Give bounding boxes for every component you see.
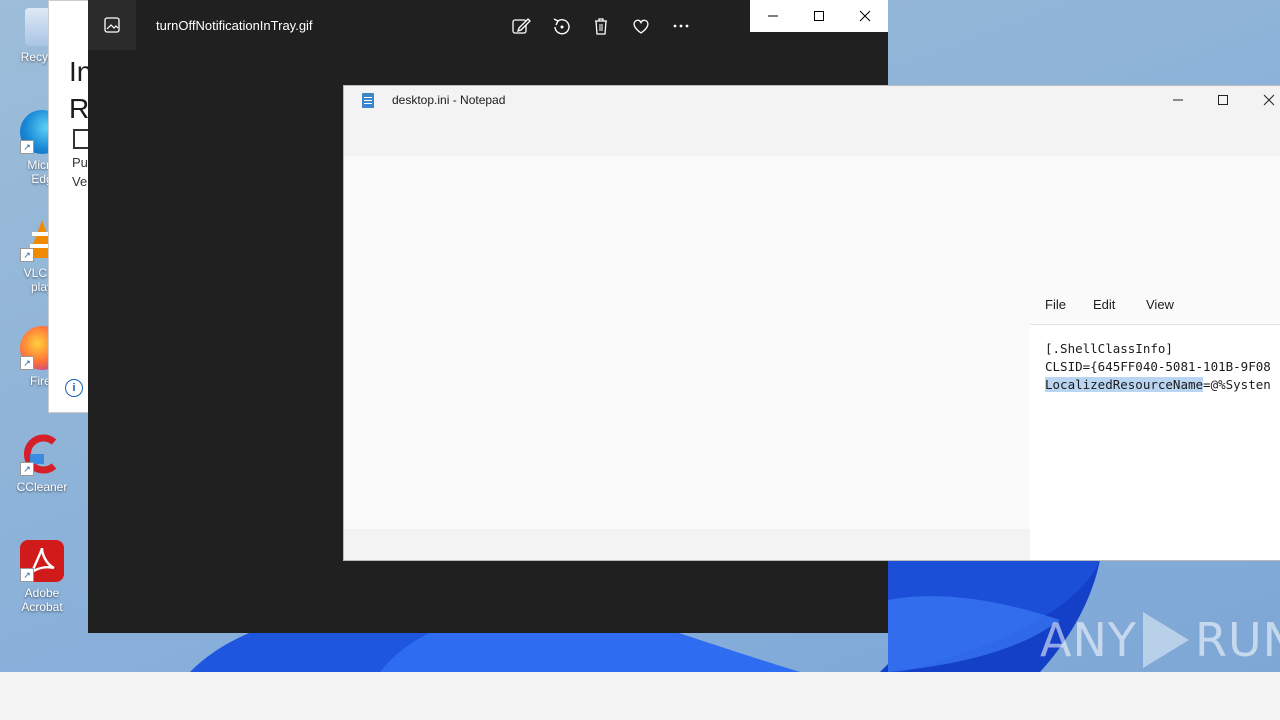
background-text-1: Pu: [72, 155, 88, 170]
acrobat-icon: ↗: [20, 540, 64, 582]
photos-title: turnOffNotificationInTray.gif: [156, 18, 313, 33]
close-button[interactable]: [842, 0, 888, 32]
play-icon: [1142, 612, 1189, 668]
watermark-right: RUN: [1194, 613, 1280, 667]
favorite-icon[interactable]: [630, 15, 652, 37]
maximize-icon: [814, 11, 824, 21]
text-line: CLSID={645FF040-5081-101B-9F08: [1045, 359, 1271, 374]
taskbar: [0, 672, 1280, 720]
shortcut-arrow-icon: ↗: [20, 568, 34, 582]
shortcut-arrow-icon: ↗: [20, 248, 34, 262]
minimize-button[interactable]: [1155, 86, 1201, 116]
desktop-icon-label: CCleaner: [16, 480, 68, 494]
text-line-rest: =@%Systen: [1203, 377, 1271, 392]
desktop-icon-ccleaner[interactable]: ↗ CCleaner: [6, 432, 78, 494]
minimize-button[interactable]: [750, 0, 796, 32]
shortcut-arrow-icon: ↗: [20, 140, 34, 154]
shortcut-arrow-icon: ↗: [20, 462, 34, 476]
edit-icon[interactable]: [510, 15, 532, 37]
menu-file[interactable]: File: [1045, 297, 1066, 312]
more-icon[interactable]: [670, 15, 692, 37]
photos-titlebar[interactable]: turnOffNotificationInTray.gif: [88, 0, 888, 50]
image-icon: [104, 17, 120, 33]
maximize-button[interactable]: [1200, 86, 1246, 116]
close-icon: [859, 10, 871, 22]
photos-caption-buttons: [750, 0, 888, 32]
minimize-icon: [768, 15, 778, 17]
rotate-icon[interactable]: [550, 15, 572, 37]
photos-app-icon[interactable]: [88, 0, 136, 50]
notepad-window[interactable]: desktop.ini - Notepad File Edit View [.S…: [343, 85, 1280, 561]
shortcut-arrow-icon: ↗: [20, 356, 34, 370]
selected-text: LocalizedResourceName: [1045, 377, 1204, 392]
anyrun-watermark: ANY RUN: [1040, 612, 1280, 668]
menu-view[interactable]: View: [1146, 297, 1174, 312]
notepad-titlebar[interactable]: desktop.ini - Notepad: [344, 86, 1280, 116]
maximize-button[interactable]: [796, 0, 842, 32]
close-button[interactable]: [1246, 86, 1280, 116]
close-icon: [1263, 94, 1275, 106]
notepad-text-area[interactable]: [.ShellClassInfo] CLSID={645FF040-5081-1…: [1030, 324, 1280, 560]
desktop-icon-label: Adobe Acrobat: [21, 586, 63, 614]
background-text-2: Ve: [72, 174, 88, 189]
notepad-menubar: File Edit View: [1030, 291, 1280, 323]
text-line: [.ShellClassInfo]: [1045, 341, 1173, 356]
desktop-icon-acrobat[interactable]: ↗ Adobe Acrobat: [6, 540, 78, 614]
ccleaner-icon: ↗: [20, 432, 64, 476]
watermark-left: ANY: [1040, 613, 1137, 667]
notepad-icon: [362, 93, 374, 108]
notepad-title: desktop.ini - Notepad: [392, 93, 506, 107]
text-line: LocalizedResourceName=@%Systen: [1045, 377, 1271, 392]
minimize-icon: [1173, 99, 1183, 101]
maximize-icon: [1218, 95, 1228, 105]
background-heading-2: R: [69, 93, 90, 124]
menu-edit[interactable]: Edit: [1093, 297, 1115, 312]
delete-icon[interactable]: [590, 15, 612, 37]
info-icon[interactable]: i: [65, 379, 83, 397]
